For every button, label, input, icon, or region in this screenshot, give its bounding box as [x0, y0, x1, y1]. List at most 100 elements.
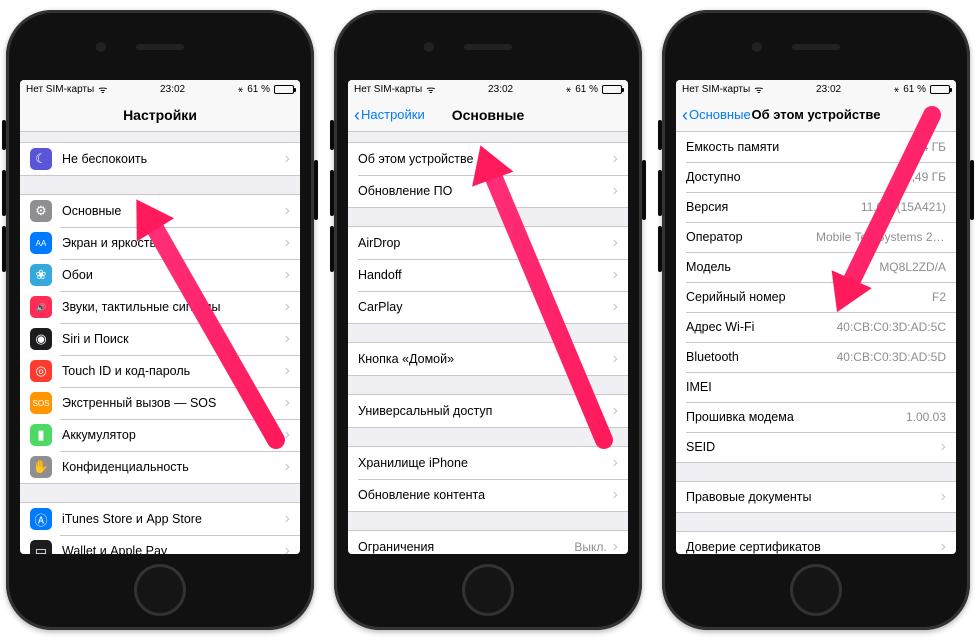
row-label: Доступно: [686, 170, 892, 184]
row-label: Основные: [62, 204, 279, 218]
general-row[interactable]: Handoff ›: [348, 259, 628, 291]
row-label: Wallet и Apple Pay: [62, 544, 279, 554]
row-label: Об этом устройстве: [358, 152, 607, 166]
page-title: Основные: [452, 107, 525, 123]
home-button[interactable]: [134, 564, 186, 616]
settings-row-general[interactable]: ⚙ Основные ›: [20, 195, 300, 227]
home-button[interactable]: [790, 564, 842, 616]
battery-icon: ▮: [30, 424, 52, 446]
touchid-icon: ◎: [30, 360, 52, 382]
sos-icon: SOS: [30, 392, 52, 414]
about-row: Bluetooth 40:CB:C0:3D:AD:5D: [676, 342, 956, 372]
wifi-icon: ᯤ: [426, 82, 435, 96]
chevron-right-icon: ›: [285, 298, 290, 316]
about-row: Версия 11.0.2 (15A421): [676, 192, 956, 222]
carrier-text: Нет SIM-карты: [354, 84, 422, 95]
bluetooth-icon: ⚹: [566, 84, 571, 95]
battery-icon: [274, 85, 294, 94]
row-label: Прошивка модема: [686, 410, 900, 424]
battery-pct: 61 %: [903, 84, 926, 95]
row-label: Универсальный доступ: [358, 404, 607, 418]
row-label: Кнопка «Домой»: [358, 352, 607, 366]
general-row[interactable]: Ограничения Выкл. ›: [348, 531, 628, 554]
settings-row-siri[interactable]: ◉ Siri и Поиск ›: [20, 323, 300, 355]
wifi-icon: ᯤ: [98, 82, 107, 96]
row-label: iTunes Store и App Store: [62, 512, 279, 526]
navbar: Настройки: [20, 98, 300, 132]
row-label: Не беспокоить: [62, 152, 279, 166]
carrier-text: Нет SIM-карты: [682, 84, 750, 95]
row-label: Siri и Поиск: [62, 332, 279, 346]
general-row[interactable]: Универсальный доступ ›: [348, 395, 628, 427]
phone-frame: Нет SIM-карты ᯤ 23:02 ⚹ 61 % ‹ Основные …: [662, 10, 970, 630]
settings-row-wallpaper[interactable]: ❀ Обои ›: [20, 259, 300, 291]
siri-icon: ◉: [30, 328, 52, 350]
settings-row-sos[interactable]: SOS Экстренный вызов — SOS ›: [20, 387, 300, 419]
settings-row-wallet[interactable]: ▭ Wallet и Apple Pay ›: [20, 535, 300, 554]
page-title: Настройки: [123, 107, 197, 123]
row-label: Конфиденциальность: [62, 460, 279, 474]
row-label: Версия: [686, 200, 855, 214]
clock: 23:02: [160, 84, 185, 95]
chevron-right-icon: ›: [941, 538, 946, 554]
bluetooth-icon: ⚹: [238, 84, 243, 95]
back-button[interactable]: ‹ Настройки: [354, 106, 425, 124]
about-row[interactable]: Доверие сертификатов ›: [676, 532, 956, 554]
chevron-right-icon: ›: [285, 394, 290, 412]
general-row[interactable]: AirDrop ›: [348, 227, 628, 259]
dnd-icon: ☾: [30, 148, 52, 170]
chevron-right-icon: ›: [285, 234, 290, 252]
navbar: ‹ Основные Об этом устройстве: [676, 98, 956, 132]
general-row[interactable]: CarPlay ›: [348, 291, 628, 323]
row-label: Адрес Wi-Fi: [686, 320, 831, 334]
phone-frame: Нет SIM-карты ᯤ 23:02 ⚹ 61 % Настройки ☾…: [6, 10, 314, 630]
row-label: Обновление контента: [358, 488, 607, 502]
settings-row-dnd[interactable]: ☾ Не беспокоить ›: [20, 143, 300, 175]
settings-row-touchid[interactable]: ◎ Touch ID и код-пароль ›: [20, 355, 300, 387]
about-row: Емкость памяти 34 ГБ: [676, 132, 956, 162]
chevron-left-icon: ‹: [354, 106, 360, 124]
display-icon: AA: [30, 232, 52, 254]
content[interactable]: Емкость памяти 34 ГБ Доступно 54,49 ГБ В…: [676, 132, 956, 554]
settings-row-privacy[interactable]: ✋ Конфиденциальность ›: [20, 451, 300, 483]
sounds-icon: 🔊: [30, 296, 52, 318]
general-row[interactable]: Обновление контента ›: [348, 479, 628, 511]
general-row[interactable]: Хранилище iPhone ›: [348, 447, 628, 479]
general-icon: ⚙: [30, 200, 52, 222]
settings-row-battery[interactable]: ▮ Аккумулятор ›: [20, 419, 300, 451]
about-row[interactable]: Правовые документы ›: [676, 482, 956, 512]
chevron-right-icon: ›: [613, 350, 618, 368]
row-value: Mobile TeleSystems 29.0: [816, 230, 946, 244]
about-row[interactable]: SEID ›: [676, 432, 956, 462]
row-label: Экран и яркость: [62, 236, 279, 250]
chevron-right-icon: ›: [941, 488, 946, 506]
row-label: Bluetooth: [686, 350, 831, 364]
row-value: 54,49 ГБ: [898, 170, 946, 184]
back-button[interactable]: ‹ Основные: [682, 106, 751, 124]
row-label: Handoff: [358, 268, 607, 282]
general-row[interactable]: Обновление ПО ›: [348, 175, 628, 207]
settings-row-sounds[interactable]: 🔊 Звуки, тактильные сигналы ›: [20, 291, 300, 323]
chevron-right-icon: ›: [285, 426, 290, 444]
carrier-text: Нет SIM-карты: [26, 84, 94, 95]
appstore-icon: Ⓐ: [30, 508, 52, 530]
row-label: IMEI: [686, 380, 940, 394]
row-label: Обои: [62, 268, 279, 282]
content[interactable]: ☾ Не беспокоить › ⚙ Основные › AA Экран …: [20, 132, 300, 554]
chevron-right-icon: ›: [285, 542, 290, 554]
settings-row-appstore[interactable]: Ⓐ iTunes Store и App Store ›: [20, 503, 300, 535]
home-button[interactable]: [462, 564, 514, 616]
row-label: Touch ID и код-пароль: [62, 364, 279, 378]
chevron-right-icon: ›: [613, 234, 618, 252]
row-label: SEID: [686, 440, 935, 454]
row-label: Емкость памяти: [686, 140, 909, 154]
status-bar: Нет SIM-карты ᯤ 23:02 ⚹ 61 %: [348, 80, 628, 98]
about-row: Модель MQ8L2ZD/A: [676, 252, 956, 282]
settings-row-display[interactable]: AA Экран и яркость ›: [20, 227, 300, 259]
row-value: F2: [932, 290, 946, 304]
general-row[interactable]: Об этом устройстве ›: [348, 143, 628, 175]
content[interactable]: Об этом устройстве › Обновление ПО › Air…: [348, 132, 628, 554]
general-row[interactable]: Кнопка «Домой» ›: [348, 343, 628, 375]
chevron-right-icon: ›: [613, 402, 618, 420]
phone-frame: Нет SIM-карты ᯤ 23:02 ⚹ 61 % ‹ Настройки…: [334, 10, 642, 630]
